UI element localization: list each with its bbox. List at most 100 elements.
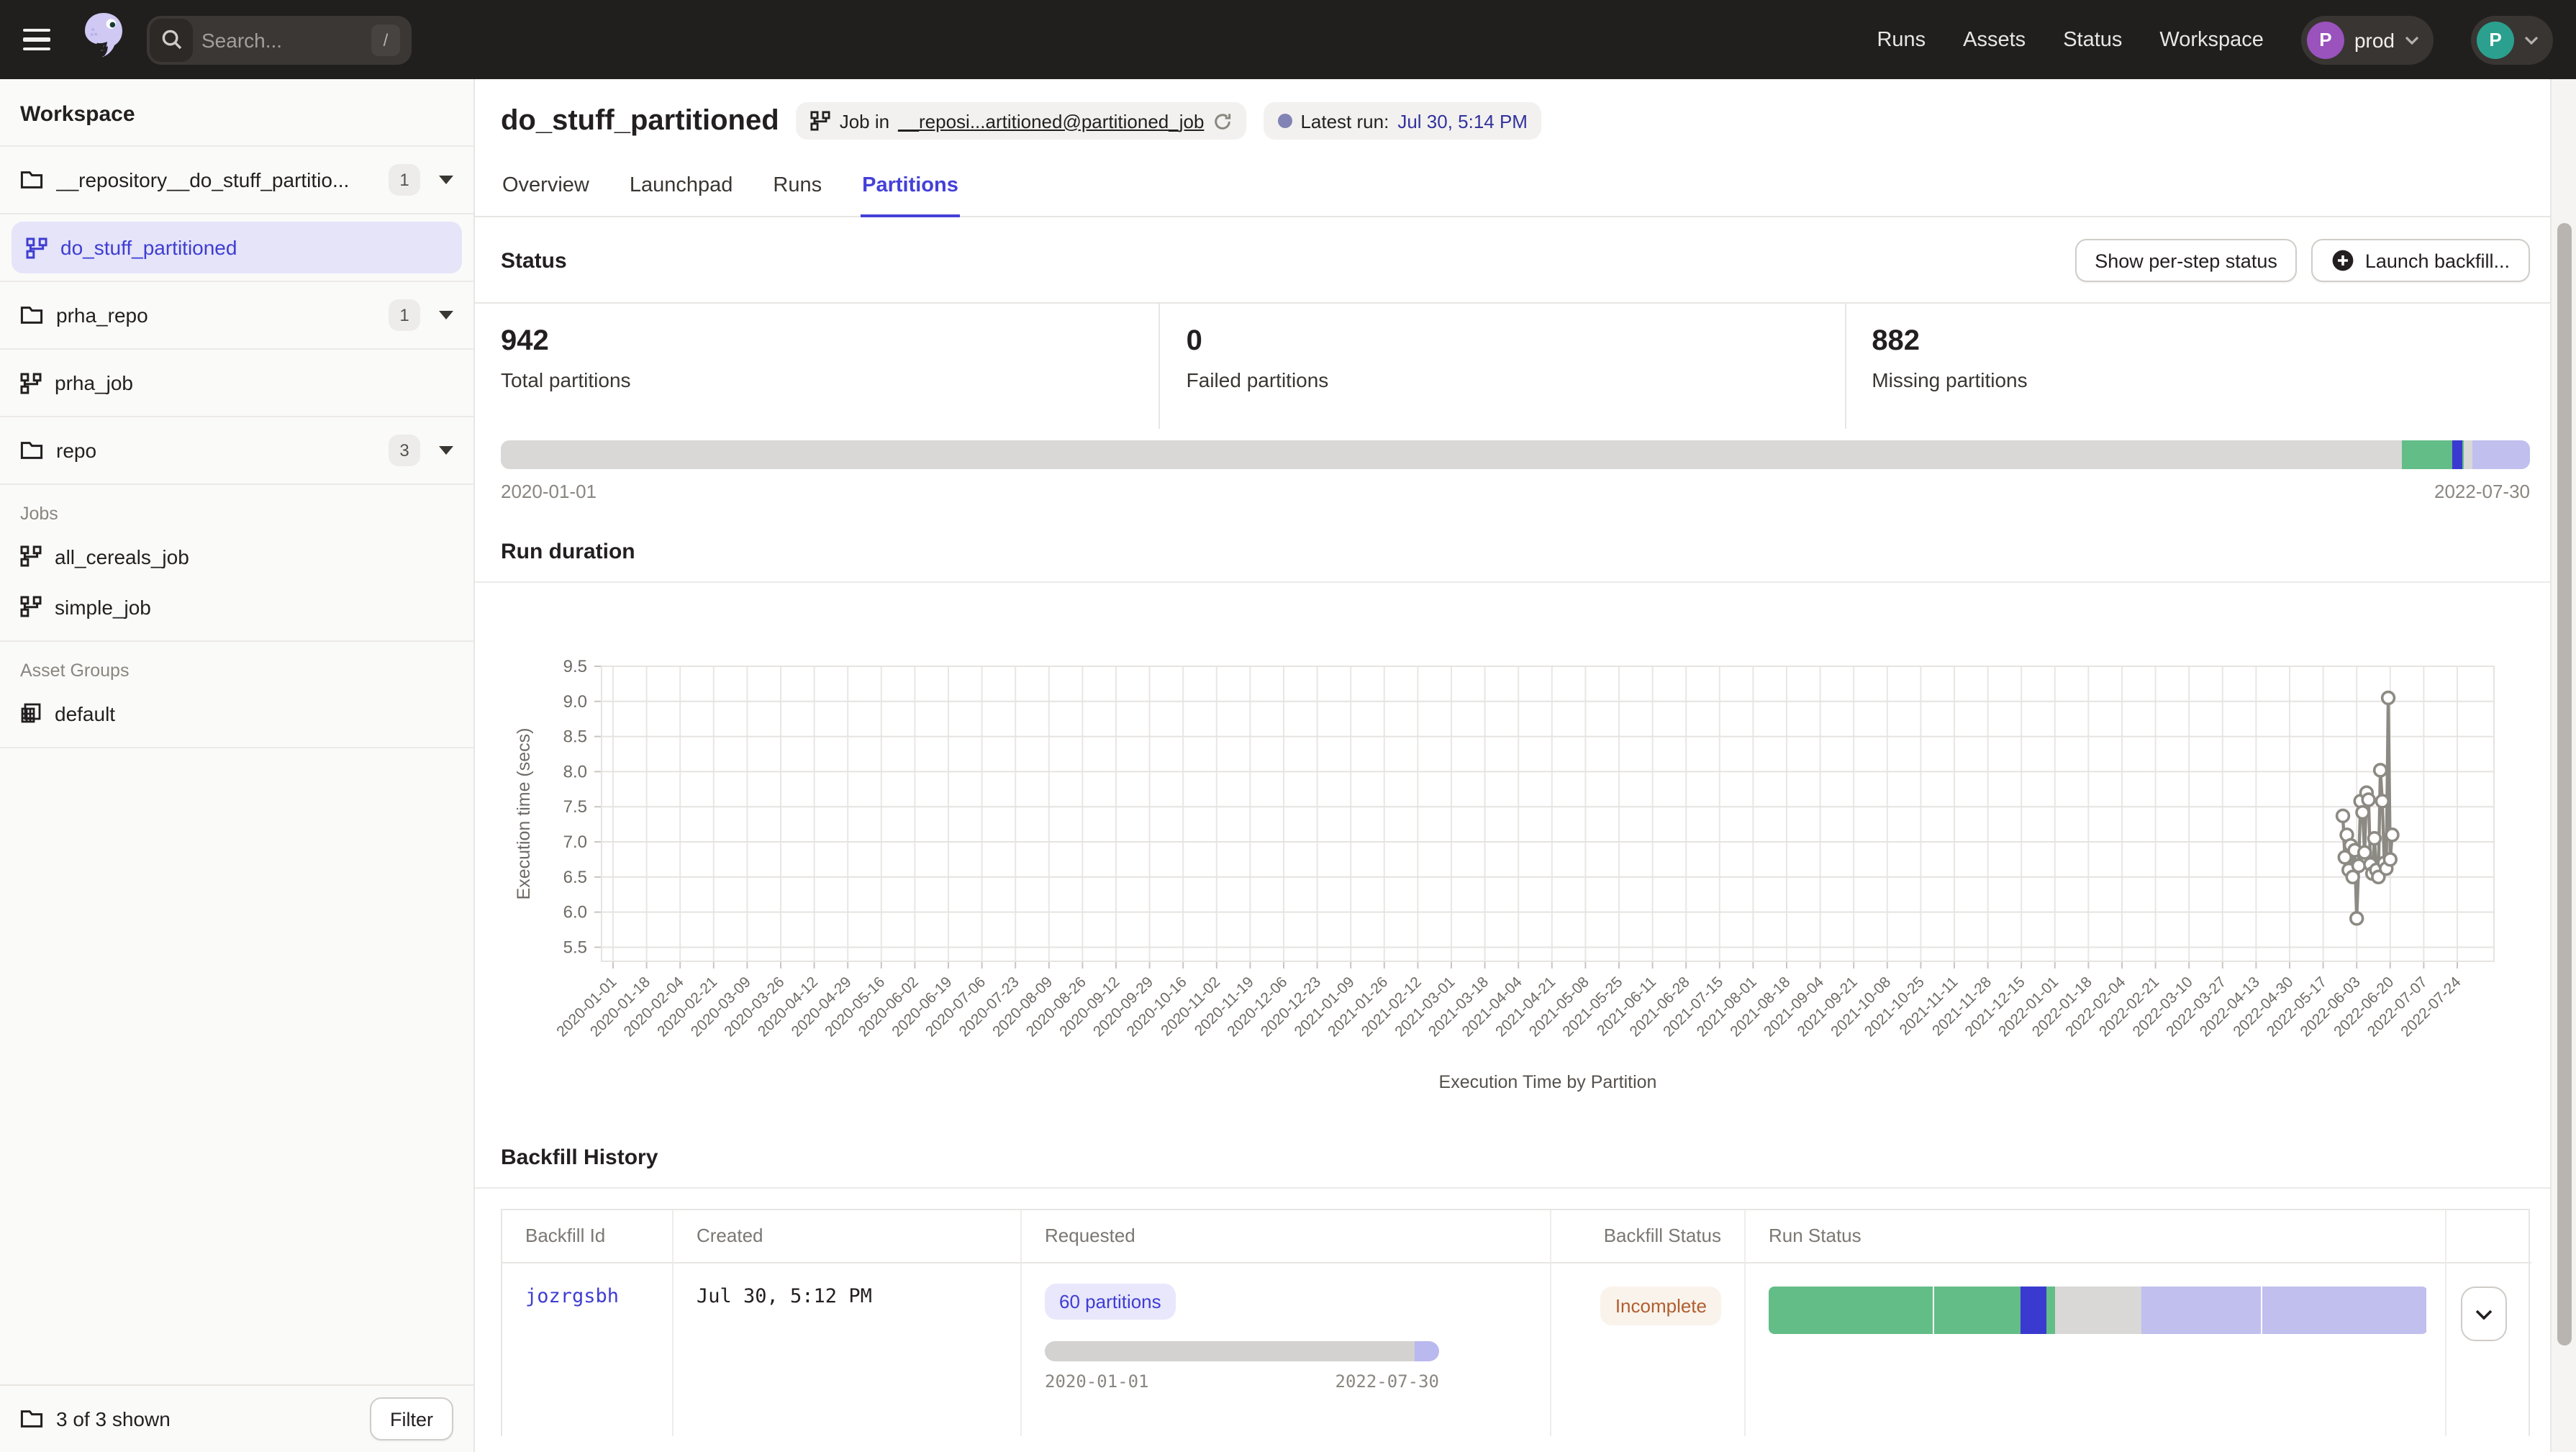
col-created: Created <box>672 1210 1020 1263</box>
col-requested: Requested <box>1020 1210 1550 1263</box>
deployment-name: prod <box>2354 28 2395 51</box>
stat-total-partitions: 942 Total partitions <box>501 304 1159 429</box>
table-row-cell-requested: 60 partitions 2020-01-01 2022-07-30 <box>1020 1263 1550 1436</box>
folder-icon <box>20 170 43 190</box>
col-backfill-id: Backfill Id <box>502 1210 672 1263</box>
search-input[interactable] <box>201 28 363 51</box>
nav-runs[interactable]: Runs <box>1877 28 1926 51</box>
sidebar-repo-repository-do-stuff[interactable]: __repository__do_stuff_partitio... 1 <box>0 147 473 213</box>
backfill-history-title: Backfill History <box>501 1145 658 1170</box>
deployment-switcher[interactable]: P prod <box>2301 15 2434 64</box>
svg-text:Execution Time by Partition: Execution Time by Partition <box>1439 1072 1657 1092</box>
partition-range-start: 2020-01-01 <box>501 481 597 502</box>
job-label: simple_job <box>55 595 151 618</box>
scrollbar-thumb[interactable] <box>2557 223 2572 1346</box>
requested-partitions-bar <box>1045 1341 1439 1361</box>
sidebar-job-simple-job[interactable]: simple_job <box>0 581 473 632</box>
nav-assets[interactable]: Assets <box>1963 28 2026 51</box>
svg-text:Execution time (secs): Execution time (secs) <box>514 728 534 900</box>
sidebar-repo-prha-repo[interactable]: prha_repo 1 <box>0 282 473 348</box>
stat-value: 0 <box>1187 325 1845 358</box>
folder-icon <box>20 440 43 460</box>
stat-label: Failed partitions <box>1187 368 1845 391</box>
sidebar-repo-repo[interactable]: repo 3 <box>0 417 473 484</box>
top-nav-links: Runs Assets Status Workspace P prod P <box>1877 15 2553 64</box>
chevron-down-icon[interactable] <box>439 176 453 184</box>
stat-value: 882 <box>1872 325 2530 358</box>
sidebar-job-do-stuff-partitioned[interactable]: do_stuff_partitioned <box>0 214 473 281</box>
search-icon <box>150 18 193 61</box>
stat-label: Total partitions <box>501 368 1159 391</box>
top-navigation-bar: / Runs Assets Status Workspace P prod P <box>0 0 2576 79</box>
latest-run-prefix: Latest run: <box>1300 110 1389 132</box>
run-status-bar[interactable] <box>1769 1287 2428 1334</box>
job-location-link[interactable]: __reposi...artitioned@partitioned_job <box>898 110 1204 132</box>
asset-groups-section-label: Asset Groups <box>0 642 473 688</box>
svg-text:6.5: 6.5 <box>563 868 587 887</box>
dagster-logo <box>78 10 130 69</box>
job-tabs: Overview Launchpad Runs Partitions <box>475 165 2550 217</box>
svg-text:9.0: 9.0 <box>563 692 587 712</box>
run-duration-chart-container: 2020-01-012020-01-182020-02-042020-02-21… <box>475 594 2550 1120</box>
partition-stats: 942 Total partitions 0 Failed partitions… <box>475 302 2550 429</box>
launch-backfill-button[interactable]: Launch backfill... <box>2312 239 2530 282</box>
main-content: do_stuff_partitioned Job in __reposi...a… <box>475 79 2550 1452</box>
job-in-prefix: Job in <box>840 110 889 132</box>
svg-text:8.0: 8.0 <box>563 762 587 781</box>
tab-overview[interactable]: Overview <box>501 165 591 217</box>
backfill-id-link[interactable]: jozrgsbh <box>525 1285 619 1308</box>
sidebar-job-all-cereals-job[interactable]: all_cereals_job <box>0 531 473 581</box>
partition-status-bar[interactable] <box>501 440 2530 469</box>
repo-count-badge: 3 <box>389 435 420 466</box>
chevron-down-icon[interactable] <box>439 311 453 319</box>
tab-runs[interactable]: Runs <box>771 165 823 217</box>
shown-count-text: 3 of 3 shown <box>56 1407 171 1430</box>
nav-workspace[interactable]: Workspace <box>2159 28 2264 51</box>
col-run-status: Run Status <box>1744 1210 2445 1263</box>
job-label: do_stuff_partitioned <box>60 236 237 259</box>
chevron-down-icon <box>2405 35 2419 44</box>
job-graph-icon <box>20 545 42 567</box>
created-timestamp: Jul 30, 5:12 PM <box>697 1285 872 1308</box>
show-per-step-status-button[interactable]: Show per-step status <box>2074 239 2298 282</box>
chevron-down-icon <box>2475 1309 2493 1319</box>
requested-bar-labels: 2020-01-01 2022-07-30 <box>1045 1371 1439 1392</box>
svg-text:5.5: 5.5 <box>563 938 587 957</box>
sidebar-asset-group-default[interactable]: default <box>0 688 473 738</box>
section-divider <box>475 581 2550 583</box>
sidebar-job-prha-job[interactable]: prha_job <box>0 350 473 416</box>
vertical-scrollbar[interactable] <box>2550 79 2576 1452</box>
repo-count-badge: 1 <box>389 299 420 331</box>
user-menu[interactable]: P <box>2471 15 2553 64</box>
svg-text:7.0: 7.0 <box>563 832 587 852</box>
stat-value: 942 <box>501 325 1159 358</box>
hamburger-menu-icon[interactable] <box>17 18 60 61</box>
chevron-down-icon[interactable] <box>439 446 453 455</box>
stat-label: Missing partitions <box>1872 368 2530 391</box>
folder-icon <box>20 1409 43 1429</box>
reload-icon[interactable] <box>1212 112 1231 130</box>
backfill-status-badge: Incomplete <box>1601 1287 1721 1325</box>
nav-status[interactable]: Status <box>2063 28 2122 51</box>
search-box[interactable]: / <box>147 15 412 64</box>
job-label: prha_job <box>55 371 133 394</box>
run-duration-title: Run duration <box>501 540 635 564</box>
row-menu-button[interactable] <box>2461 1287 2507 1341</box>
tab-partitions[interactable]: Partitions <box>861 165 960 217</box>
job-graph-icon <box>20 372 42 394</box>
latest-run-link[interactable]: Jul 30, 5:14 PM <box>1397 110 1528 132</box>
filter-button[interactable]: Filter <box>370 1397 453 1440</box>
tab-launchpad[interactable]: Launchpad <box>628 165 735 217</box>
latest-run-pill: Latest run: Jul 30, 5:14 PM <box>1263 102 1542 140</box>
partition-range-end: 2022-07-30 <box>2434 481 2530 502</box>
repo-count-badge: 1 <box>389 164 420 196</box>
svg-text:8.5: 8.5 <box>563 727 587 747</box>
requested-range-end: 2022-07-30 <box>1335 1371 1440 1392</box>
stat-missing-partitions: 882 Missing partitions <box>1844 304 2530 429</box>
svg-text:9.5: 9.5 <box>563 657 587 676</box>
job-graph-icon <box>811 111 831 131</box>
requested-partitions-pill[interactable]: 60 partitions <box>1045 1284 1176 1320</box>
sidebar-title: Workspace <box>0 79 473 147</box>
job-graph-icon <box>20 596 42 617</box>
backfill-history-table: Backfill Id Created Requested Backfill S… <box>501 1209 2530 1436</box>
